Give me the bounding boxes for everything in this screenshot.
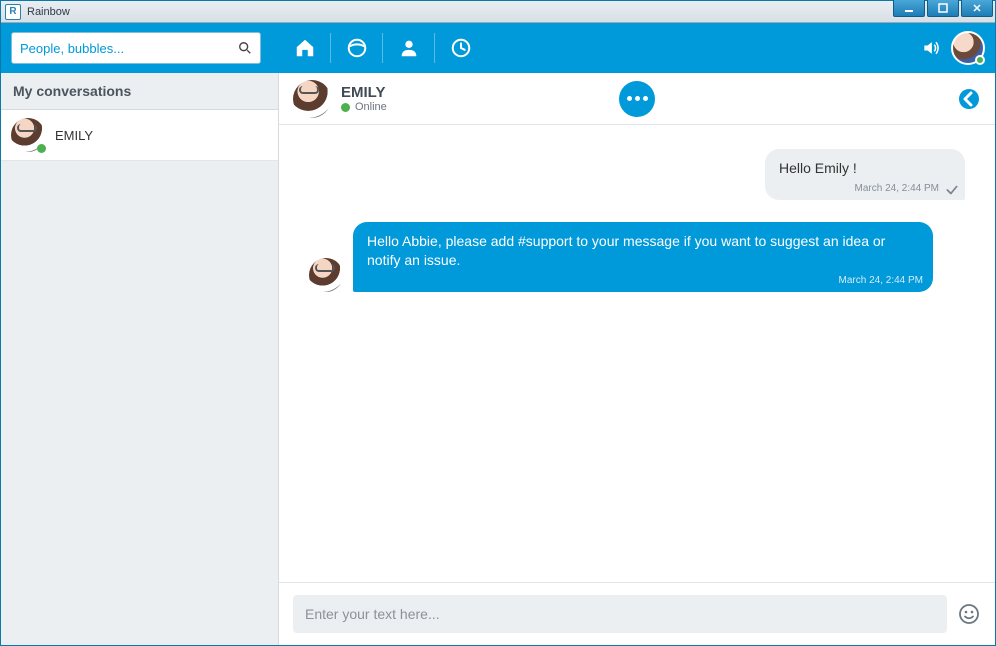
- message-incoming: Hello Abbie, please add #support to your…: [309, 222, 965, 292]
- window-titlebar: R Rainbow: [1, 1, 995, 23]
- status-label: Online: [355, 101, 387, 113]
- message-bubble: Hello Emily ! March 24, 2:44 PM: [765, 149, 965, 200]
- chat-panel: EMILY Online Hello Emily ! March 24,: [279, 73, 995, 645]
- message-sender-avatar: [309, 258, 343, 292]
- close-button[interactable]: [961, 0, 993, 17]
- message-bubble: Hello Abbie, please add #support to your…: [353, 222, 933, 292]
- current-user-avatar[interactable]: [951, 31, 985, 65]
- nav-bubbles[interactable]: [331, 23, 383, 73]
- chat-header: EMILY Online: [279, 73, 995, 125]
- toolbar-right: [921, 31, 985, 65]
- close-icon: [972, 3, 982, 13]
- message-timestamp: March 24, 2:44 PM: [855, 182, 939, 196]
- presence-indicator: [37, 144, 46, 153]
- presence-dot: [341, 103, 350, 112]
- search-box[interactable]: [11, 32, 261, 64]
- nav-icons: [279, 23, 487, 73]
- composer: [279, 582, 995, 645]
- contacts-icon: [398, 37, 420, 59]
- chat-contact-name: EMILY: [341, 84, 387, 101]
- conversation-name: EMILY: [55, 128, 93, 143]
- message-timestamp: March 24, 2:44 PM: [839, 274, 923, 288]
- presence-indicator: [975, 55, 985, 65]
- search-icon[interactable]: [238, 41, 252, 55]
- window-buttons: [891, 0, 993, 17]
- recent-icon: [450, 37, 472, 59]
- message-outgoing: Hello Emily ! March 24, 2:44 PM: [309, 149, 965, 200]
- composer-input-wrap[interactable]: [293, 595, 947, 633]
- sidebar: My conversations EMILY: [1, 73, 279, 645]
- minimize-icon: [904, 3, 914, 13]
- maximize-button[interactable]: [927, 0, 959, 17]
- sidebar-header: My conversations: [1, 73, 278, 110]
- home-icon: [294, 37, 316, 59]
- conversation-avatar: [11, 118, 45, 152]
- chat-contact-info: EMILY Online: [341, 84, 387, 113]
- more-icon: [627, 96, 632, 101]
- globe-icon: [346, 37, 368, 59]
- sound-icon: [921, 38, 941, 58]
- nav-recent[interactable]: [435, 23, 487, 73]
- more-actions-button[interactable]: [619, 81, 655, 117]
- nav-home[interactable]: [279, 23, 331, 73]
- chat-contact-status: Online: [341, 101, 387, 113]
- back-button[interactable]: [957, 87, 981, 111]
- minimize-button[interactable]: [893, 0, 925, 17]
- main-area: My conversations EMILY EMILY Online: [1, 73, 995, 645]
- search-input[interactable]: [20, 41, 238, 56]
- top-toolbar: [1, 23, 995, 73]
- nav-contacts[interactable]: [383, 23, 435, 73]
- sound-button[interactable]: [921, 38, 941, 58]
- delivered-check-icon: [945, 183, 959, 197]
- message-text: Hello Emily !: [779, 160, 857, 176]
- message-text: Hello Abbie, please add #support to your…: [367, 233, 885, 268]
- message-list: Hello Emily ! March 24, 2:44 PM Hello Ab…: [279, 125, 995, 582]
- composer-input[interactable]: [305, 606, 935, 622]
- chat-contact-avatar: [293, 80, 331, 118]
- emoji-icon: [957, 602, 981, 626]
- maximize-icon: [938, 3, 948, 13]
- back-icon: [957, 87, 981, 111]
- emoji-button[interactable]: [957, 602, 981, 626]
- conversation-item[interactable]: EMILY: [1, 110, 278, 161]
- window-title: Rainbow: [25, 6, 70, 18]
- app-icon: R: [5, 4, 21, 20]
